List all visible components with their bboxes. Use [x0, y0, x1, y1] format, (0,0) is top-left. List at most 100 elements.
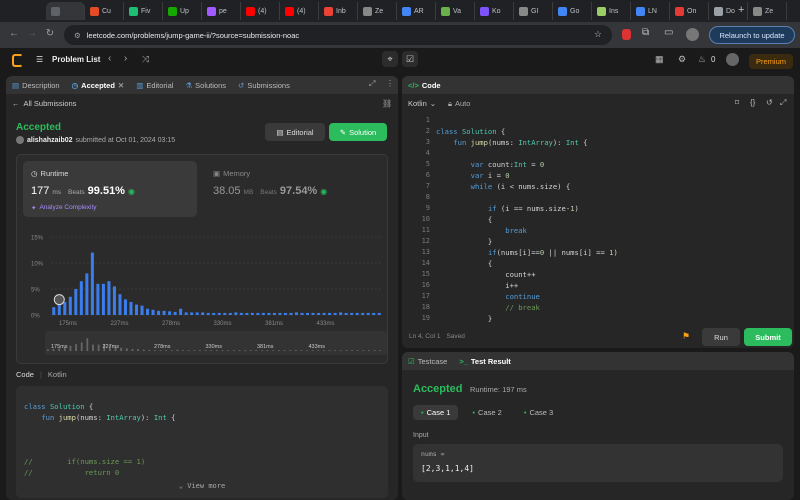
run-button[interactable]: Run: [702, 328, 740, 346]
tab-search-icon[interactable]: ▭: [664, 27, 673, 38]
code-line[interactable]: var count:Int = 0: [436, 160, 545, 171]
tab-test-result[interactable]: >_ Test Result: [453, 357, 516, 366]
new-tab-icon[interactable]: +: [738, 4, 744, 16]
memory-card[interactable]: ▣ Memory: [213, 169, 250, 178]
bookmark-icon[interactable]: ⌑: [735, 98, 739, 107]
browser-tab[interactable]: LN: [631, 2, 670, 20]
code-line[interactable]: }: [436, 237, 492, 248]
reset-icon[interactable]: ↺: [766, 98, 773, 107]
all-submissions-link[interactable]: ← All Submissions: [12, 99, 76, 108]
problem-list-link[interactable]: Problem List: [52, 55, 100, 64]
tab-submissions[interactable]: ↺ Submissions: [232, 81, 296, 90]
fullscreen-icon[interactable]: ⤢: [780, 98, 786, 108]
browser-tab[interactable]: GI: [514, 2, 553, 20]
minimap-bar: [125, 348, 128, 351]
settings-gear-icon[interactable]: ⚙: [678, 54, 686, 65]
bookmark-star-icon[interactable]: ☆: [594, 29, 602, 40]
code-line[interactable]: continue: [436, 292, 540, 303]
code-line[interactable]: fun jump(nums: IntArray): Int {: [436, 138, 587, 149]
browser-tab[interactable]: Va: [436, 2, 475, 20]
extensions-puzzle-icon[interactable]: ⧉: [642, 27, 649, 38]
user-avatar[interactable]: [726, 53, 739, 66]
language-select[interactable]: Kotlin ⌄: [408, 99, 436, 108]
code-line[interactable]: count++: [436, 270, 535, 281]
prev-problem-icon[interactable]: ‹: [108, 53, 111, 64]
minimap-bar: [289, 350, 292, 351]
browser-tab[interactable]: On: [670, 2, 709, 20]
code-line[interactable]: while (i < nums.size) {: [436, 182, 571, 193]
tab-editorial[interactable]: ▥ Editorial: [130, 81, 179, 90]
tab-code[interactable]: </> Code: [402, 81, 447, 90]
x-tick-label: 175ms: [59, 321, 77, 327]
browser-tab[interactable]: [46, 2, 85, 20]
browser-tab[interactable]: Go: [553, 2, 592, 20]
layout-icon[interactable]: ▦: [655, 54, 664, 65]
analyze-complexity-link[interactable]: ✦ Analyze Complexity: [31, 204, 97, 212]
solution-button[interactable]: ✎ Solution: [329, 123, 387, 141]
premium-button[interactable]: Premium: [749, 54, 793, 69]
runtime-distribution-chart[interactable]: 15% 10% 5% 0% 175ms 227ms 278ms 330ms 381ms 433ms…: [17, 223, 389, 361]
pass-dot-icon: •: [472, 408, 476, 417]
browser-tab[interactable]: (4): [280, 2, 319, 20]
username[interactable]: alishahzaib02: [27, 137, 73, 144]
streak-fire-icon[interactable]: ♨: [698, 54, 706, 65]
code-line[interactable]: break: [436, 226, 527, 237]
code-editor[interactable]: 1 2 class Solution {3 fun jump(nums: IntAr…: [402, 116, 794, 322]
view-more-button[interactable]: ⌄ View more: [16, 482, 388, 490]
pass-dot-icon: •: [421, 408, 424, 417]
maximize-icon[interactable]: ⤢: [369, 79, 375, 89]
case-tab[interactable]: • Case 2: [464, 405, 509, 420]
submission-meta: alishahzaib02 submitted at Oct 01, 2024 …: [16, 136, 175, 144]
editorial-button[interactable]: ▤ Editorial: [265, 123, 325, 141]
tab-accepted[interactable]: ◷ Accepted ✕: [66, 81, 131, 90]
site-info-icon[interactable]: ⚙: [74, 31, 81, 40]
code-line[interactable]: class Solution {: [436, 127, 505, 138]
format-icon[interactable]: {}: [750, 98, 755, 107]
browser-tab[interactable]: Ze: [748, 2, 787, 20]
case-tab[interactable]: • Case 3: [516, 405, 561, 420]
browser-tab[interactable]: Ko: [475, 2, 514, 20]
leetcode-logo-icon[interactable]: [12, 54, 23, 67]
auto-mode-toggle[interactable]: 🔒︎ Auto: [448, 99, 470, 109]
code-line[interactable]: if(nums[i]==0 || nums[i] == 1): [436, 248, 618, 259]
code-line[interactable]: var i = 0: [436, 171, 510, 182]
extension-icon[interactable]: [622, 29, 631, 40]
code-line[interactable]: // break: [436, 303, 540, 314]
problem-list-icon[interactable]: ☰: [36, 55, 43, 64]
browser-tab[interactable]: Up: [163, 2, 202, 20]
close-tab-icon[interactable]: ✕: [118, 81, 124, 90]
runtime-card[interactable]: ◷ Runtime 177 ms Beats 99.51% ◉ ✦ Analyze …: [23, 161, 197, 217]
code-line[interactable]: {: [436, 259, 492, 270]
chart-bar: [366, 312, 370, 315]
forward-icon[interactable]: →: [24, 28, 40, 39]
debug-hint-icon[interactable]: ⚑: [682, 331, 690, 342]
back-icon[interactable]: ←: [6, 28, 22, 39]
notes-icon[interactable]: ☑: [402, 51, 418, 67]
browser-tab[interactable]: Cu: [85, 2, 124, 20]
shuffle-icon[interactable]: ⤨: [142, 54, 149, 65]
browser-tab[interactable]: Ins: [592, 2, 631, 20]
browser-tab[interactable]: Fiv: [124, 2, 163, 20]
relaunch-button[interactable]: Relaunch to update: [709, 26, 795, 44]
browser-tab[interactable]: Inb: [319, 2, 358, 20]
code-line[interactable]: if (i == nums.size-1): [436, 204, 579, 215]
code-line[interactable]: }: [436, 314, 492, 322]
code-line[interactable]: {: [436, 215, 492, 226]
next-problem-icon[interactable]: ›: [124, 53, 127, 64]
tab-testcase[interactable]: ☑ Testcase: [402, 357, 453, 366]
tab-solutions[interactable]: ⚗ Solutions: [179, 81, 232, 90]
share-link-icon[interactable]: ⛓: [382, 99, 392, 108]
case-tab[interactable]: • Case 1: [413, 405, 459, 420]
browser-tab[interactable]: pe: [202, 2, 241, 20]
submit-button[interactable]: Submit: [744, 328, 792, 346]
browser-tab[interactable]: (4): [241, 2, 280, 20]
url-field[interactable]: ⚙ leetcode.com/problems/jump-game-ii/?so…: [64, 25, 612, 45]
browser-tab[interactable]: Ze: [358, 2, 397, 20]
profile-avatar[interactable]: [686, 28, 699, 41]
tab-description[interactable]: ▤ Description: [6, 81, 66, 90]
debug-icon[interactable]: ⌖: [382, 51, 398, 67]
reload-icon[interactable]: ↻: [42, 28, 58, 39]
panel-menu-icon[interactable]: ⋮: [386, 79, 394, 88]
browser-tab[interactable]: AR: [397, 2, 436, 20]
code-line[interactable]: i++: [436, 281, 518, 292]
